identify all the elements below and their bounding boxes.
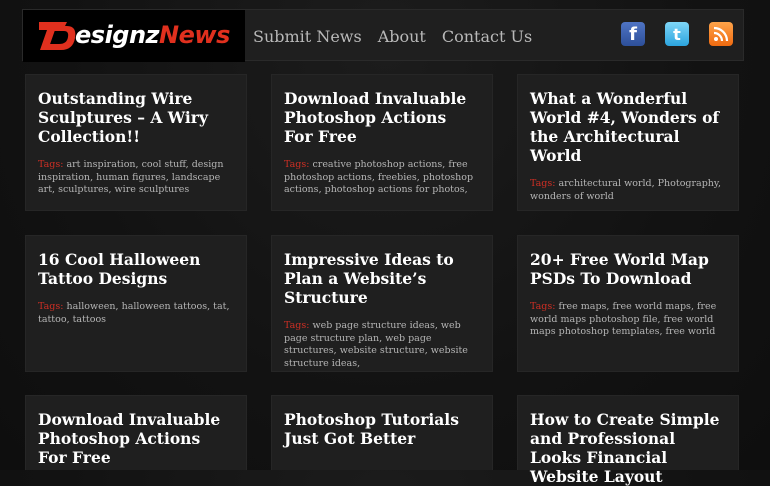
- tag-link[interactable]: architectural world: [558, 178, 651, 189]
- tag-link[interactable]: free world maps: [612, 301, 690, 312]
- logo-text: esignzNews: [75, 22, 230, 48]
- article-card[interactable]: Impressive Ideas to Plan a Website’s Str…: [271, 235, 493, 372]
- article-card[interactable]: Download Invaluable Photoshop Actions Fo…: [25, 395, 247, 470]
- tag-link[interactable]: website structure: [340, 345, 425, 356]
- tag-link[interactable]: halloween tattoos: [122, 301, 208, 312]
- tags-label: Tags:: [284, 320, 310, 331]
- rss-icon[interactable]: [709, 22, 733, 46]
- tag-link[interactable]: wonders of world: [530, 191, 614, 202]
- tag-link[interactable]: free world: [666, 326, 716, 337]
- article-card[interactable]: What a Wonderful World #4, Wonders of th…: [517, 74, 739, 211]
- tags-label: Tags:: [38, 301, 64, 312]
- article-tags: Tags: art inspiration, cool stuff, desig…: [38, 159, 224, 195]
- tags-label: Tags:: [530, 301, 556, 312]
- site-header: esignzNews Submit News About Contact Us …: [22, 9, 744, 62]
- article-title[interactable]: Outstanding Wire Sculptures – A Wiry Col…: [38, 89, 234, 146]
- article-tags: Tags: halloween, halloween tattoos, tat,…: [38, 301, 230, 325]
- article-title[interactable]: 16 Cool Halloween Tattoo Designs: [38, 250, 234, 288]
- tag-link[interactable]: photoshop actions for photos: [325, 184, 465, 195]
- tags-label: Tags:: [530, 178, 556, 189]
- article-title[interactable]: What a Wonderful World #4, Wonders of th…: [530, 89, 726, 165]
- article-tags: Tags: free maps, free world maps, free w…: [530, 301, 717, 337]
- article-title[interactable]: Photoshop Tutorials Just Got Better: [284, 410, 480, 448]
- tag-link[interactable]: tattoos: [73, 314, 106, 325]
- tag-link[interactable]: tat: [213, 301, 226, 312]
- article-tags: Tags: creative photoshop actions, free p…: [284, 159, 474, 195]
- tag-link[interactable]: human figures: [96, 172, 166, 183]
- logo-text-white: esignz: [75, 21, 160, 49]
- article-card[interactable]: Download Invaluable Photoshop Actions Fo…: [271, 74, 493, 211]
- nav-submit-news[interactable]: Submit News: [253, 27, 362, 46]
- tags-label: Tags:: [38, 159, 64, 170]
- article-card[interactable]: Outstanding Wire Sculptures – A Wiry Col…: [25, 74, 247, 211]
- tag-link[interactable]: sculptures: [58, 184, 108, 195]
- article-card[interactable]: How to Create Simple and Professional Lo…: [517, 395, 739, 486]
- tag-link[interactable]: freebies: [378, 172, 417, 183]
- tag-link[interactable]: creative photoshop actions: [312, 159, 442, 170]
- twitter-icon[interactable]: t: [665, 22, 689, 46]
- article-title[interactable]: Impressive Ideas to Plan a Website’s Str…: [284, 250, 480, 307]
- nav-contact-us[interactable]: Contact Us: [442, 27, 532, 46]
- rss-glyph: [713, 26, 729, 42]
- tag-link[interactable]: free maps: [558, 301, 606, 312]
- tag-link[interactable]: art inspiration: [66, 159, 135, 170]
- main-nav: Submit News About Contact Us: [253, 10, 548, 62]
- article-card[interactable]: Photoshop Tutorials Just Got Better: [271, 395, 493, 470]
- site-logo[interactable]: esignzNews: [23, 10, 245, 62]
- logo-mark-icon: [39, 22, 76, 50]
- article-title[interactable]: Download Invaluable Photoshop Actions Fo…: [38, 410, 234, 467]
- logo-text-red: News: [159, 21, 230, 49]
- article-card[interactable]: 16 Cool Halloween Tattoo Designs Tags: h…: [25, 235, 247, 372]
- facebook-icon[interactable]: f: [621, 22, 645, 46]
- article-title[interactable]: 20+ Free World Map PSDs To Download: [530, 250, 726, 288]
- tag-link[interactable]: cool stuff: [142, 159, 186, 170]
- nav-about[interactable]: About: [378, 27, 426, 46]
- tag-link[interactable]: Photography: [658, 178, 718, 189]
- article-title[interactable]: How to Create Simple and Professional Lo…: [530, 410, 726, 486]
- tags-label: Tags:: [284, 159, 310, 170]
- article-tags: Tags: web page structure ideas, web page…: [284, 320, 468, 369]
- article-tags: Tags: architectural world, Photography, …: [530, 178, 722, 202]
- social-links: f t: [601, 22, 733, 46]
- tag-link[interactable]: web page structure ideas: [312, 320, 434, 331]
- tag-link[interactable]: halloween: [66, 301, 115, 312]
- tag-link[interactable]: tattoo: [38, 314, 67, 325]
- article-title[interactable]: Download Invaluable Photoshop Actions Fo…: [284, 89, 480, 146]
- tag-link[interactable]: wire sculptures: [115, 184, 190, 195]
- article-card[interactable]: 20+ Free World Map PSDs To Download Tags…: [517, 235, 739, 372]
